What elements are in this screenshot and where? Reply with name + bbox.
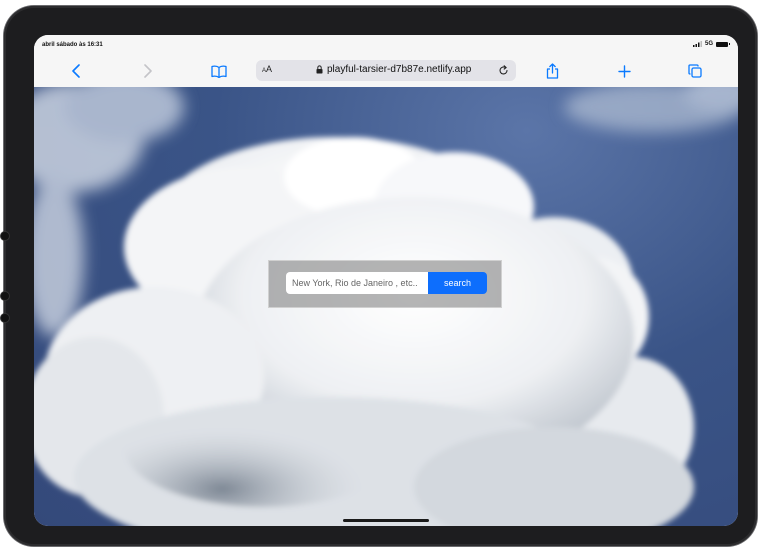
address-bar[interactable]: AA playful-tarsier-d7b87e.netlify.app: [256, 60, 516, 81]
screen: abril sábado às 16:31 5G AA playful-tars…: [34, 35, 738, 526]
forward-button[interactable]: [136, 59, 160, 83]
tabs-icon: [688, 64, 702, 78]
lock-icon: [316, 65, 323, 74]
web-page-content: search: [34, 87, 738, 526]
text-size-large: A: [266, 64, 273, 74]
side-sensor-icon: [1, 292, 9, 300]
ipad-frame: abril sábado às 16:31 5G AA playful-tars…: [1, 6, 757, 546]
forward-icon: [144, 64, 152, 78]
tabs-overview-button[interactable]: [683, 59, 707, 83]
safari-toolbar: AA playful-tarsier-d7b87e.netlify.app: [34, 55, 738, 88]
new-tab-icon: [617, 64, 631, 78]
bookmarks-icon: [211, 65, 227, 78]
share-icon: [546, 63, 558, 79]
network-label: 5G: [704, 41, 713, 47]
status-bar: abril sábado às 16:31 5G: [34, 35, 738, 55]
url-display[interactable]: playful-tarsier-d7b87e.netlify.app: [316, 64, 471, 75]
text-size-button[interactable]: AA: [262, 64, 272, 74]
url-text: playful-tarsier-d7b87e.netlify.app: [327, 64, 472, 75]
share-button[interactable]: [540, 59, 564, 83]
new-tab-button[interactable]: [612, 59, 636, 83]
bookmarks-button[interactable]: [207, 59, 231, 83]
home-indicator: [343, 519, 429, 522]
back-button[interactable]: [64, 59, 88, 83]
side-camera-icon: [1, 232, 9, 240]
city-search-input[interactable]: [286, 272, 428, 294]
status-indicators: 5G: [692, 41, 730, 47]
reload-icon: [499, 65, 508, 75]
status-time: abril sábado às 16:31: [42, 42, 103, 48]
side-sensor-icon: [1, 314, 9, 322]
reload-button[interactable]: [495, 62, 512, 79]
search-panel: search: [268, 260, 502, 308]
signal-icon: [692, 41, 702, 47]
battery-icon: [716, 41, 730, 47]
back-icon: [72, 64, 80, 78]
search-button[interactable]: search: [428, 272, 487, 294]
